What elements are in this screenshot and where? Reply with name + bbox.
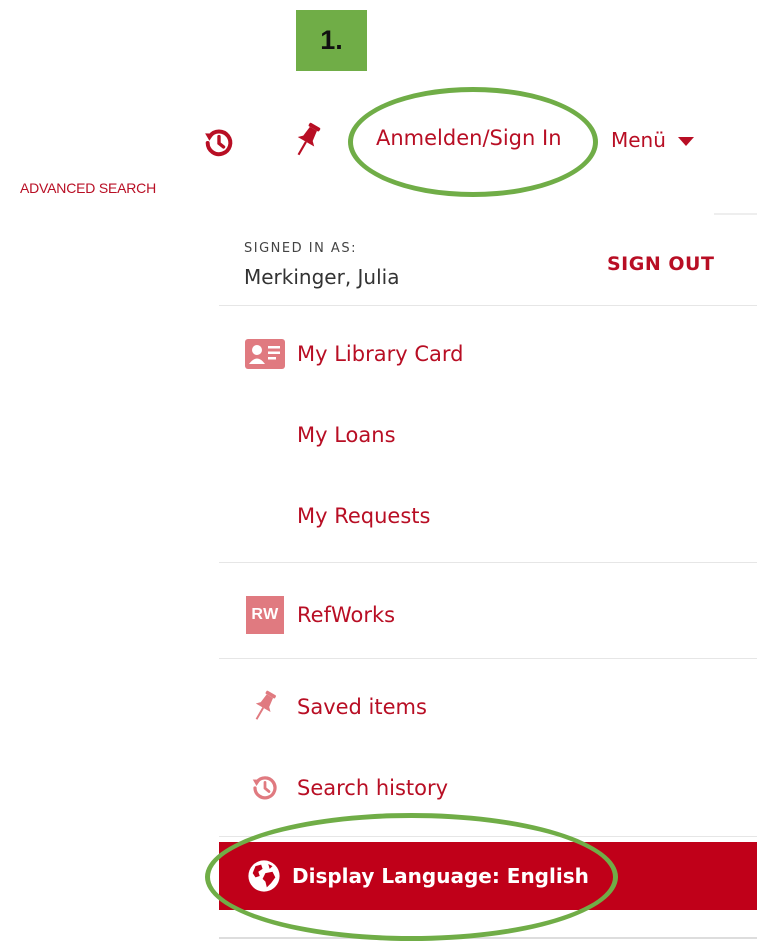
caret-down-icon xyxy=(677,137,694,146)
step-badge: 1. xyxy=(296,10,367,71)
sign-in-link[interactable]: Anmelden/Sign In xyxy=(376,126,562,150)
menu-item-loans[interactable]: My Loans xyxy=(219,411,757,459)
globe-icon xyxy=(246,858,282,894)
menu-label: Menü xyxy=(611,128,666,152)
library-card-label: My Library Card xyxy=(297,342,464,366)
id-card-icon xyxy=(244,333,286,375)
search-history-button[interactable] xyxy=(200,124,238,162)
requests-label: My Requests xyxy=(297,504,431,528)
menu-item-library-card[interactable]: My Library Card xyxy=(219,330,757,378)
pin-icon xyxy=(244,686,286,728)
account-section: SIGNED IN AS: Merkinger, Julia SIGN OUT xyxy=(219,213,757,306)
menu-item-search-history[interactable]: Search history xyxy=(219,764,757,812)
refworks-icon: RW xyxy=(244,594,286,636)
menu-item-requests[interactable]: My Requests xyxy=(219,492,757,540)
divider xyxy=(219,562,757,563)
signed-in-label: SIGNED IN AS: xyxy=(244,241,357,256)
menu-toggle-button[interactable]: Menü xyxy=(611,128,694,152)
saved-items-button[interactable] xyxy=(288,120,328,162)
menu-item-saved-items[interactable]: Saved items xyxy=(219,683,757,731)
menu-item-refworks[interactable]: RW RefWorks xyxy=(219,591,757,639)
history-icon xyxy=(205,129,233,157)
divider xyxy=(219,836,757,837)
history-icon xyxy=(244,767,286,809)
divider xyxy=(219,658,757,659)
user-name: Merkinger, Julia xyxy=(244,265,400,289)
refworks-badge: RW xyxy=(246,596,284,634)
user-menu-dropdown: SIGNED IN AS: Merkinger, Julia SIGN OUT … xyxy=(219,213,757,941)
sign-out-button[interactable]: SIGN OUT xyxy=(607,253,714,275)
bottom-rule xyxy=(219,937,757,939)
saved-items-label: Saved items xyxy=(297,695,427,719)
pin-icon xyxy=(297,122,321,156)
loans-label: My Loans xyxy=(297,423,396,447)
advanced-search-link[interactable]: ADVANCED SEARCH xyxy=(20,180,167,196)
display-language-button[interactable]: Display Language: English xyxy=(219,842,757,910)
search-history-label: Search history xyxy=(297,776,449,800)
refworks-label: RefWorks xyxy=(297,603,396,627)
display-language-label: Display Language: English xyxy=(292,864,589,888)
